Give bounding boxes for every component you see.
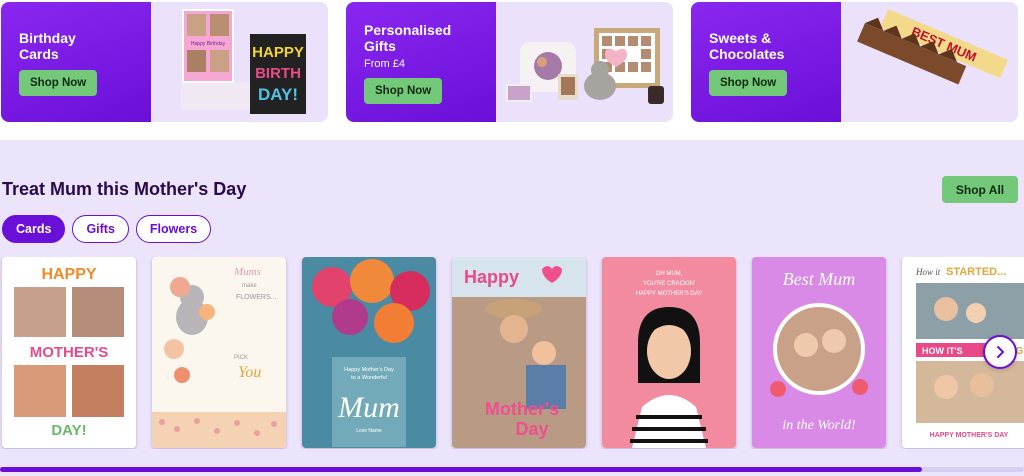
card-text: YOU'RE CRACKIN' [643, 281, 695, 287]
shop-now-button[interactable]: Shop Now [364, 78, 443, 104]
card-text: Love Name [356, 428, 382, 434]
card-text: You [238, 364, 261, 381]
shop-all-button[interactable]: Shop All [942, 176, 1018, 203]
tab-cards[interactable]: Cards [2, 215, 66, 243]
carousel-scrollbar[interactable] [0, 467, 1024, 472]
promo-birthday-cards[interactable]: Birthday Cards Shop Now Happy Birthday HA… [1, 2, 328, 122]
shop-now-button[interactable]: Shop Now [709, 70, 788, 96]
card-text: Day [515, 419, 548, 439]
card-text: Happy Birthday [191, 41, 226, 47]
card-text: Mums [233, 266, 261, 278]
card-text: MOTHER'S [30, 344, 109, 361]
product-card-oh-mum-crackin[interactable]: OH MUM, YOU'RE CRACKIN' HAPPY MOTHER'S D… [602, 257, 736, 448]
card-text: PICK [234, 355, 248, 361]
card-text: Happy [464, 267, 519, 287]
card-text: to a Wonderful [351, 375, 387, 381]
tab-flowers[interactable]: Flowers [135, 215, 212, 243]
card-text: HOW IT'S [922, 346, 963, 356]
category-tabs: Cards Gifts Flowers [2, 215, 212, 243]
promo-personalised-gifts[interactable]: Personalised Gifts From £4 Shop Now [346, 2, 673, 122]
shop-now-button[interactable]: Shop Now [19, 70, 98, 96]
card-text: HAPPY MOTHER'S DAY [930, 432, 1009, 439]
card-text: BIRTH [255, 65, 301, 82]
card-text: OH MUM, [656, 271, 683, 277]
promo-text-panel: Sweets & Chocolates Shop Now [691, 2, 841, 122]
card-text: HAPPY [41, 266, 96, 283]
product-card-best-mum-in-the-world[interactable]: Best Mum in the World! [752, 257, 886, 448]
tab-gifts[interactable]: Gifts [72, 215, 129, 243]
promo-text-panel: Birthday Cards Shop Now [1, 2, 151, 122]
promo-sweets-chocolates[interactable]: Sweets & Chocolates Shop Now BEST MUM [691, 2, 1018, 122]
card-text: How it [915, 267, 941, 277]
card-text: DAY! [51, 422, 86, 439]
product-card-wonderful-mum-flowers[interactable]: Happy Mother's Day to a Wonderful Mum Lo… [302, 257, 436, 448]
promo-subtitle: From £4 [364, 58, 405, 70]
promo-text-panel: Personalised Gifts From £4 Shop Now [346, 2, 496, 122]
product-card-happy-mothers-day-photo[interactable]: HAPPY MOTHER'S DAY! [2, 257, 136, 448]
card-text: in the World! [782, 418, 856, 433]
card-text: HAPPY [252, 44, 304, 61]
product-card-happy-mothers-day-hat-photo[interactable]: Happy Mother's Day [452, 257, 586, 448]
card-text: Mother's [485, 399, 559, 419]
card-text: STARTED... [946, 266, 1006, 278]
carousel-next-button[interactable] [983, 335, 1017, 369]
chevron-right-icon [997, 346, 1004, 358]
card-text: FLOWERS... [236, 294, 277, 301]
promo-image-birthday-cards: Happy Birthday HAPPY BIRTH DAY! [151, 2, 328, 122]
card-text: Mum [337, 391, 400, 424]
promo-title: Sweets & Chocolates [709, 30, 785, 62]
carousel-scrollbar-thumb[interactable] [0, 467, 922, 472]
promo-image-personalised-gifts [496, 2, 673, 122]
product-card-mums-flowers-bear[interactable]: Mums make FLOWERS... PICK You [152, 257, 286, 448]
promo-title: Birthday Cards [19, 30, 76, 62]
card-text: Happy Mother's Day [344, 367, 394, 373]
card-text: DAY! [258, 85, 298, 104]
promo-image-chocolate-bar: BEST MUM [841, 2, 1018, 122]
card-text: Best Mum [783, 269, 855, 289]
mothers-day-section: Treat Mum this Mother's Day Shop All Car… [0, 140, 1024, 476]
section-title: Treat Mum this Mother's Day [2, 179, 247, 199]
card-text: make [242, 283, 257, 289]
promo-title: Personalised Gifts [364, 22, 452, 54]
product-carousel: HAPPY MOTHER'S DAY! Mums make FLOWERS...… [0, 257, 1024, 449]
card-text: HAPPY MOTHER'S DAY [636, 291, 703, 297]
